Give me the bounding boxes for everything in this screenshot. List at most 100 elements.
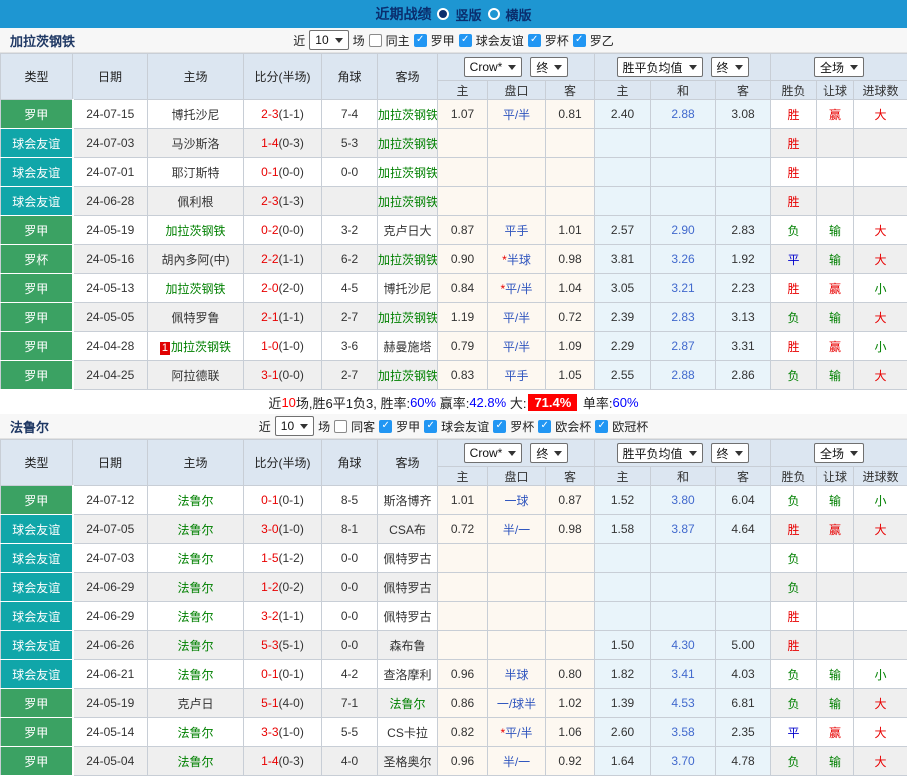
horizontal-layout-radio[interactable] [488, 8, 500, 20]
avg-source-select[interactable]: 胜平负均值 [617, 57, 703, 77]
home-team-cell: 法鲁尔 [148, 573, 244, 602]
match-row: 球会友谊24-06-29法鲁尔3-2(1-1)0-0佩特罗古胜 [1, 602, 907, 631]
away-odds-cell: 1.01 [546, 216, 595, 245]
away-team-name: 查洛摩利 [383, 668, 431, 682]
league-checkbox-label[interactable]: 罗杯 [510, 418, 534, 435]
goals-result-cell [854, 573, 907, 602]
avg-final-select[interactable]: 终 [711, 57, 749, 77]
away-team-name: CSA布 [389, 523, 426, 537]
result-cell: 负 [771, 747, 817, 776]
league-checkbox-label[interactable]: 罗甲 [431, 32, 455, 49]
match-row: 罗甲24-05-19克卢日5-1(4-0)7-1法鲁尔0.86一/球半1.021… [1, 689, 907, 718]
halftime-score: (0-0) [279, 165, 304, 179]
same-venue-checkbox[interactable] [334, 420, 347, 433]
vertical-layout-label[interactable]: 竖版 [455, 5, 481, 24]
league-checkbox-4[interactable]: ✓ [595, 420, 608, 433]
home-team-name: 佩利根 [177, 195, 213, 209]
horizontal-layout-label[interactable]: 横版 [506, 5, 532, 24]
result-cell: 负 [771, 303, 817, 332]
scope-select[interactable]: 全场 [814, 443, 864, 463]
chevron-down-icon [554, 451, 562, 456]
fulltime-score: 1-0 [261, 339, 278, 353]
summary-segment: 10 [281, 395, 295, 410]
handicap-cell: 平/半 [488, 100, 546, 129]
avg-away-cell: 2.23 [716, 274, 771, 303]
away-team-cell: 佩特罗古 [378, 544, 438, 573]
league-cell: 罗甲 [1, 303, 73, 332]
home-team-cell: 马沙斯洛 [148, 129, 244, 158]
goals-result-cell: 大 [854, 216, 907, 245]
subcolumn-header: 客 [546, 467, 595, 486]
avg-source-select[interactable]: 胜平负均值 [617, 443, 703, 463]
avg-away-cell: 3.13 [716, 303, 771, 332]
match-row: 罗甲24-05-04法鲁尔1-4(0-3)4-0圣格奥尔0.96半/一0.921… [1, 747, 907, 776]
score-cell: 1-2(0-2) [244, 573, 322, 602]
odds-final-select[interactable]: 终 [530, 443, 568, 463]
same-venue-label[interactable]: 同客 [351, 418, 375, 435]
avg-draw-cell: 3.80 [651, 486, 716, 515]
league-cell: 球会友谊 [1, 187, 73, 216]
league-checkbox-3[interactable]: ✓ [573, 34, 586, 47]
league-cell: 罗甲 [1, 332, 73, 361]
league-checkbox-label[interactable]: 欧会杯 [555, 418, 591, 435]
subcolumn-header: 让球 [817, 81, 854, 100]
halftime-score: (0-0) [279, 223, 304, 237]
goals-result-cell [854, 602, 907, 631]
league-checkbox-label[interactable]: 罗乙 [590, 32, 614, 49]
league-checkbox-3[interactable]: ✓ [538, 420, 551, 433]
home-odds-cell [438, 158, 488, 187]
match-count-select-label: 10 [315, 33, 328, 47]
league-checkbox-label[interactable]: 球会友谊 [476, 32, 524, 49]
league-checkbox-label[interactable]: 罗杯 [545, 32, 569, 49]
avg-away-cell [716, 129, 771, 158]
league-checkbox-label[interactable]: 罗甲 [396, 418, 420, 435]
fulltime-score: 3-1 [261, 368, 278, 382]
league-checkbox-0[interactable]: ✓ [414, 34, 427, 47]
result-cell: 胜 [771, 129, 817, 158]
result-header-controls: 全场 [771, 57, 907, 77]
corners-cell: 0-0 [322, 573, 378, 602]
handicap-result-cell: 赢 [817, 332, 854, 361]
goals-result-cell: 小 [854, 274, 907, 303]
league-checkbox-label[interactable]: 欧冠杯 [612, 418, 648, 435]
home-odds-cell: 0.96 [438, 660, 488, 689]
handicap-value: 半/一 [503, 755, 530, 769]
home-odds-cell: 0.84 [438, 274, 488, 303]
score-cell: 5-3(5-1) [244, 631, 322, 660]
odds-source-select[interactable]: Crow* [464, 443, 523, 463]
odds-source-select[interactable]: Crow* [464, 57, 523, 77]
away-odds-cell [546, 602, 595, 631]
league-checkbox-2[interactable]: ✓ [493, 420, 506, 433]
league-checkbox-1[interactable]: ✓ [459, 34, 472, 47]
league-checkbox-1[interactable]: ✓ [424, 420, 437, 433]
halftime-score: (1-1) [279, 310, 304, 324]
league-checkbox-0[interactable]: ✓ [379, 420, 392, 433]
summary-segment: 近 [268, 393, 281, 412]
handicap-result-cell: 输 [817, 660, 854, 689]
match-count-select[interactable]: 10 [275, 416, 314, 436]
home-odds-cell: 1.01 [438, 486, 488, 515]
away-team-cell: 斯洛博齐 [378, 486, 438, 515]
away-team-name: 加拉茨钢铁 [378, 166, 438, 180]
league-checkbox-label[interactable]: 球会友谊 [441, 418, 489, 435]
same-venue-label[interactable]: 同主 [386, 32, 410, 49]
home-team-name: 克卢日 [177, 697, 213, 711]
handicap-value: 平手 [504, 369, 528, 383]
handicap-result-cell [817, 129, 854, 158]
away-team-cell: 加拉茨钢铁 [378, 129, 438, 158]
avg-final-select[interactable]: 终 [711, 443, 749, 463]
handicap-value: 半/一 [503, 523, 530, 537]
league-checkbox-2[interactable]: ✓ [528, 34, 541, 47]
same-venue-checkbox[interactable] [369, 34, 382, 47]
home-team-cell: 法鲁尔 [148, 747, 244, 776]
vertical-layout-radio[interactable] [437, 8, 449, 20]
date-cell: 24-05-16 [73, 245, 148, 274]
matches-table: 类型日期主场比分(半场)角球客场Crow*终胜平负均值终全场主盘口客主和客胜负让… [0, 53, 907, 390]
score-cell: 5-1(4-0) [244, 689, 322, 718]
handicap-value: 平/半 [503, 108, 530, 122]
avg-home-cell: 1.58 [595, 515, 651, 544]
odds-final-select[interactable]: 终 [530, 57, 568, 77]
match-count-select[interactable]: 10 [309, 30, 348, 50]
away-team-name: 加拉茨钢铁 [378, 108, 438, 122]
scope-select[interactable]: 全场 [814, 57, 864, 77]
